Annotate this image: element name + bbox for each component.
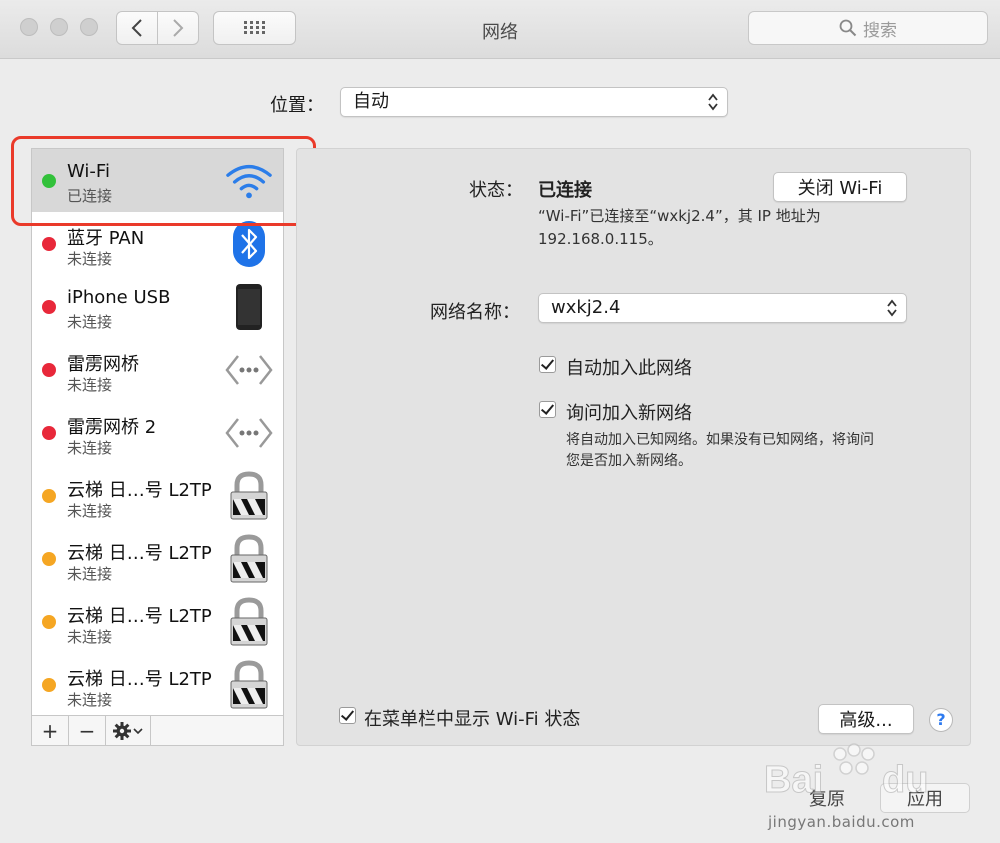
bridge-icon — [225, 409, 273, 457]
vpn-lock-icon — [225, 534, 273, 583]
show-in-menubar-checkbox[interactable] — [339, 707, 356, 724]
highlight-box — [11, 136, 316, 226]
advanced-button[interactable]: 高级... — [818, 704, 914, 734]
service-status: 未连接 — [67, 439, 113, 457]
status-dot — [42, 363, 56, 377]
service-item-thunderbolt-bridge[interactable]: 雷雳网桥 未连接 — [32, 338, 283, 401]
search-input[interactable]: 搜索 — [748, 11, 988, 45]
updown-arrows-icon — [708, 93, 718, 111]
auto-join-checkbox[interactable] — [539, 356, 556, 373]
title-bar: 网络 搜索 — [0, 0, 1000, 59]
status-description-line1: “Wi-Fi”已连接至“wxkj2.4”，其 IP 地址为 — [538, 207, 821, 225]
service-list-toolbar: + − — [31, 716, 284, 746]
vpn-lock-icon — [225, 597, 273, 646]
service-name: iPhone USB — [67, 287, 171, 308]
updown-arrows-icon — [887, 299, 897, 317]
turn-off-wifi-button[interactable]: 关闭 Wi-Fi — [773, 172, 907, 202]
ask-join-description-line1: 将自动加入已知网络。如果没有已知网络，将询问 — [566, 432, 874, 448]
status-description-line2: 192.168.0.115。 — [538, 230, 663, 248]
auto-join-label: 自动加入此网络 — [566, 358, 692, 379]
gear-icon — [113, 721, 131, 740]
service-item-vpn-1[interactable]: 云梯 日…号 L2TP 未连接 — [32, 464, 283, 527]
status-value: 已连接 — [538, 180, 592, 201]
service-item-vpn-4[interactable]: 云梯 日…号 L2TP 未连接 — [32, 653, 283, 715]
bridge-icon — [225, 346, 273, 394]
network-name-value: wxkj2.4 — [551, 297, 621, 318]
status-dot — [42, 237, 56, 251]
service-name: 蓝牙 PAN — [67, 228, 145, 249]
status-dot — [42, 300, 56, 314]
iphone-icon — [225, 283, 273, 331]
service-name: 云梯 日…号 L2TP — [67, 669, 212, 690]
service-status: 未连接 — [67, 313, 113, 331]
service-status: 未连接 — [67, 250, 113, 268]
search-icon — [839, 19, 857, 37]
network-name-select[interactable]: wxkj2.4 — [538, 293, 907, 323]
service-name: 云梯 日…号 L2TP — [67, 606, 212, 627]
service-item-vpn-3[interactable]: 云梯 日…号 L2TP 未连接 — [32, 590, 283, 653]
vpn-lock-icon — [225, 660, 273, 709]
service-name: 云梯 日…号 L2TP — [67, 480, 212, 501]
status-dot — [42, 426, 56, 440]
service-status: 未连接 — [67, 628, 113, 646]
chevron-down-icon — [133, 727, 143, 734]
service-name: 云梯 日…号 L2TP — [67, 543, 212, 564]
search-placeholder: 搜索 — [863, 20, 897, 41]
ask-join-label: 询问加入新网络 — [566, 403, 692, 424]
action-menu-button[interactable] — [106, 716, 151, 745]
vpn-lock-icon — [225, 471, 273, 520]
status-dot — [42, 552, 56, 566]
bluetooth-icon — [225, 220, 273, 268]
help-button[interactable]: ? — [929, 708, 953, 732]
add-service-button[interactable]: + — [32, 716, 69, 745]
network-name-label: 网络名称： — [430, 302, 520, 323]
service-status: 未连接 — [67, 691, 113, 709]
service-list: Wi-Fi 已连接 蓝牙 PAN 未连接 iPhone USB 未连接 雷雳网桥… — [31, 148, 284, 716]
svg-text:Bai: Bai — [764, 759, 823, 801]
location-select[interactable]: 自动 — [340, 87, 728, 117]
ask-join-checkbox[interactable] — [539, 401, 556, 418]
status-dot — [42, 678, 56, 692]
service-item-vpn-2[interactable]: 云梯 日…号 L2TP 未连接 — [32, 527, 283, 590]
ask-join-description-line2: 您是否加入新网络。 — [566, 453, 692, 469]
svg-text:du: du — [882, 759, 928, 801]
service-status: 未连接 — [67, 502, 113, 520]
status-dot — [42, 489, 56, 503]
location-value: 自动 — [353, 91, 389, 112]
remove-service-button[interactable]: − — [69, 716, 106, 745]
service-status: 未连接 — [67, 565, 113, 583]
watermark-url: jingyan.baidu.com — [768, 813, 915, 831]
service-status: 未连接 — [67, 376, 113, 394]
show-in-menubar-label: 在菜单栏中显示 Wi-Fi 状态 — [364, 709, 581, 730]
service-name: 雷雳网桥 — [67, 354, 139, 375]
service-item-thunderbolt-bridge-2[interactable]: 雷雳网桥 2 未连接 — [32, 401, 283, 464]
service-item-iphone-usb[interactable]: iPhone USB 未连接 — [32, 275, 283, 338]
service-name: 雷雳网桥 2 — [67, 417, 157, 438]
status-label: 状态： — [469, 180, 523, 201]
location-label: 位置： — [270, 95, 324, 116]
status-dot — [42, 615, 56, 629]
